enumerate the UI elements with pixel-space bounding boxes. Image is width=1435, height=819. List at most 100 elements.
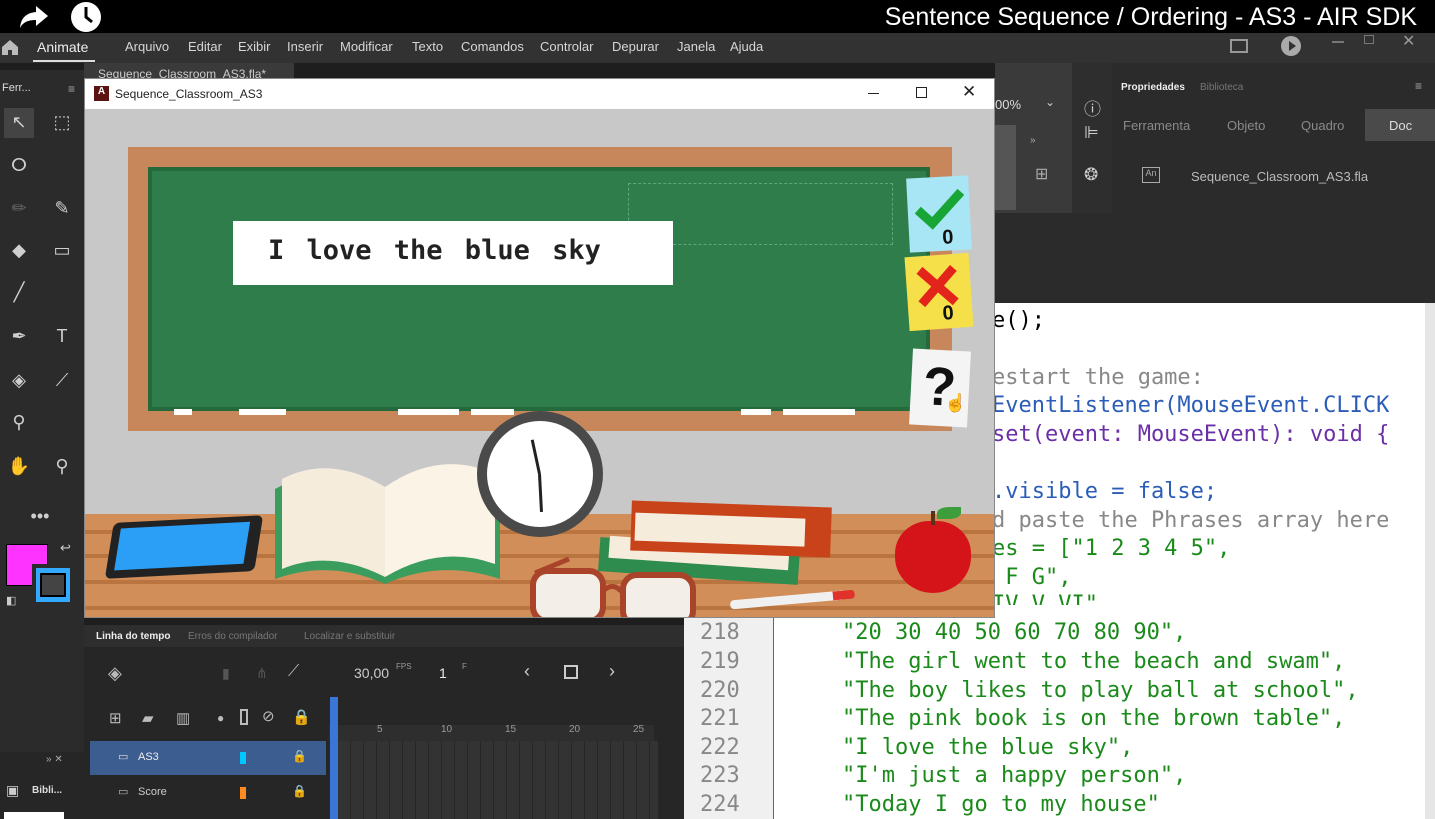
camera-icon[interactable]: ▮ [222,665,230,682]
properties-file-name: Sequence_Classroom_AS3.fla [1191,169,1369,184]
hide-icon[interactable]: ⊘ [262,707,275,725]
more-tools-icon[interactable]: ••• [28,506,52,527]
subtab-objeto[interactable]: Objeto [1227,118,1265,133]
sentence-strip[interactable]: I love the blue sky [233,221,673,285]
outline-icon[interactable] [240,709,248,725]
game-window-titlebar[interactable]: A Sequence_Classroom_AS3 ✕ [85,79,994,109]
pen-icon[interactable]: ✒ [7,326,31,347]
tab-propriedades[interactable]: Propriedades [1121,82,1185,93]
align-icon[interactable]: ⊫ [1084,123,1099,143]
pin-icon[interactable]: ⚲ [7,412,31,433]
code-line-partial: .visible = false; [992,479,1218,504]
subtab-doc-active[interactable]: Doc [1365,109,1435,141]
close-app-icon[interactable]: ✕ [1402,31,1415,51]
pencil-icon[interactable]: ✏ [7,198,31,219]
clock-face [487,421,593,527]
align-panel-icon[interactable]: ⊞ [1035,164,1048,184]
home-icon[interactable] [0,37,20,57]
next-frame-icon[interactable]: › [609,661,615,682]
graph-icon[interactable]: ⟋ [288,663,299,681]
lock-all-icon[interactable]: 🔒 [292,708,311,726]
info-icon[interactable]: ⓘ [1084,95,1101,120]
tab-localizar[interactable]: Localizar e substituir [304,631,395,642]
subtab-quadro[interactable]: Quadro [1301,118,1344,133]
panel-collapse-icon[interactable]: » ✕ [46,754,63,765]
brush-icon[interactable]: ✎ [50,198,74,219]
menu-modificar[interactable]: Modificar [340,39,393,54]
video-title-bar: Sentence Sequence / Ordering - AS3 - AIR… [0,0,1435,33]
tab-linha-do-tempo[interactable]: Linha do tempo [96,631,170,642]
lock-icon[interactable]: 🔒 [292,784,307,798]
frame-value[interactable]: 1 [439,665,447,681]
share-icon[interactable] [18,4,50,30]
layer-row-as3[interactable]: ▭ AS3 🔒 [90,741,326,775]
menu-controlar[interactable]: Controlar [540,39,593,54]
window-close-icon[interactable]: ✕ [962,82,976,102]
frames-grid[interactable] [338,741,658,819]
window-maximize-icon[interactable] [916,87,927,98]
swap-colors-icon[interactable]: ↩ [60,540,71,556]
test-movie-icon[interactable] [1281,36,1301,56]
watch-later-icon[interactable] [70,1,102,33]
menu-texto[interactable]: Texto [412,39,443,54]
fps-value[interactable]: 30,00 [354,665,389,681]
line-icon[interactable]: ╱ [7,282,31,303]
panel-collapse-icon[interactable]: » [1030,135,1036,146]
color-panel-icon[interactable]: ❂ [1084,165,1098,185]
lasso-icon[interactable]: ⵔ [7,155,31,176]
help-button[interactable]: ? ☝ [909,348,971,428]
workspace-icon[interactable] [1230,39,1248,53]
fill-color-swatch[interactable] [32,564,74,606]
menu-arquivo[interactable]: Arquivo [125,39,169,54]
menu-depurar[interactable]: Depurar [612,39,659,54]
hand-icon[interactable]: ✋ [7,456,31,477]
play-frame-icon[interactable] [564,665,578,679]
tools-menu-icon[interactable]: ≡ [68,82,75,96]
paint-bucket-icon[interactable]: ◈ [7,370,31,391]
subtab-ferramenta[interactable]: Ferramenta [1123,118,1190,133]
chalk-tray-piece [741,409,771,415]
text-tool-icon[interactable]: T [50,326,74,347]
tab-erros-compilador[interactable]: Erros do compilador [188,631,277,642]
line-number: 218 [700,620,740,645]
tab-biblioteca[interactable]: Biblioteca [1200,82,1243,93]
properties-panel: Propriedades Biblioteca ≡ Ferramenta Obj… [1112,63,1435,213]
zoom-icon[interactable]: ⚲ [50,456,74,477]
window-minimize-icon[interactable] [868,93,879,94]
new-folder-icon[interactable]: ▰ [142,709,154,727]
library-icon[interactable]: ▣ [6,782,19,799]
fps-unit: FPS [396,662,412,671]
prev-frame-icon[interactable]: ‹ [524,661,530,682]
layer-row-score[interactable]: ▭ Score 🔒 [90,776,326,810]
menu-exibir[interactable]: Exibir [238,39,271,54]
menu-janela[interactable]: Janela [677,39,715,54]
new-layer-icon[interactable]: ⊞ [109,709,122,727]
dot-icon[interactable]: ● [217,711,224,725]
menu-ajuda[interactable]: Ajuda [730,39,763,54]
zoom-dropdown-icon[interactable]: ⌄ [1045,95,1055,109]
rectangle-icon[interactable]: ▭ [50,240,74,261]
minimize-app-icon[interactable] [1332,41,1344,43]
menu-editar[interactable]: Editar [188,39,222,54]
chalkboard-frame: I love the blue sky [128,147,952,431]
free-transform-icon[interactable]: ⬚ [50,112,74,133]
default-colors-icon[interactable]: ◧ [6,594,16,607]
menu-comandos[interactable]: Comandos [461,39,524,54]
properties-menu-icon[interactable]: ≡ [1415,79,1422,93]
eraser-icon[interactable]: ◆ [7,240,31,261]
lock-icon[interactable]: 🔒 [292,749,307,763]
menu-inserir[interactable]: Inserir [287,39,323,54]
parent-view-icon[interactable]: ⋔ [256,665,268,682]
glasses-image [530,557,696,617]
eyedropper-icon[interactable]: ⟋ [50,370,74,391]
zoom-value[interactable]: 00% [995,97,1021,112]
animate-app-icon: A [94,86,109,101]
layers-icon[interactable]: ◈ [108,663,122,684]
selection-tool-icon[interactable]: ↖ [7,112,31,133]
library-label[interactable]: Bibli... [32,785,62,796]
playhead[interactable] [330,697,338,819]
delete-layer-icon[interactable]: ▥ [176,709,190,727]
line-number: 223 [700,763,740,788]
hand-cursor-icon: ☝ [943,392,968,414]
maximize-app-icon[interactable] [1364,35,1374,44]
